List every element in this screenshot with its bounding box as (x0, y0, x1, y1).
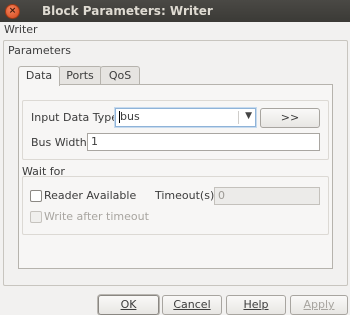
timeout-field[interactable]: 0 (214, 187, 320, 205)
block-name-label: Writer (4, 23, 38, 36)
chevron-down-icon[interactable]: ▼ (245, 111, 252, 121)
bus-width-value: 1 (91, 135, 98, 148)
input-data-type-label: Input Data Type: (31, 111, 122, 124)
bus-width-field[interactable]: 1 (87, 133, 320, 151)
wait-for-section (22, 176, 329, 235)
input-data-type-value: bus (120, 110, 140, 123)
help-button-label: Help (243, 298, 269, 311)
timeout-value: 0 (218, 189, 225, 202)
apply-button-label: Apply (303, 298, 335, 311)
cancel-button-label: Cancel (173, 298, 211, 311)
reader-available-checkbox[interactable] (30, 190, 42, 202)
reader-available-label: Reader Available (44, 189, 137, 202)
cancel-button[interactable]: Cancel (162, 295, 222, 315)
ok-button-label: OK (120, 298, 137, 311)
help-button[interactable]: Help (226, 295, 286, 315)
tab-ports[interactable]: Ports (58, 66, 102, 85)
apply-button[interactable]: Apply (290, 295, 348, 315)
window-title: Block Parameters: Writer (42, 4, 213, 18)
tab-qos[interactable]: QoS (100, 66, 140, 85)
ok-button[interactable]: OK (98, 295, 159, 315)
tab-data[interactable]: Data (18, 66, 60, 86)
write-after-timeout-label: Write after timeout (44, 210, 149, 223)
data-type-assistant-button[interactable]: >> (260, 108, 320, 128)
bus-width-label: Bus Width: (31, 136, 91, 149)
title-bar: × Block Parameters: Writer (0, 0, 350, 22)
write-after-timeout-checkbox[interactable] (30, 211, 42, 223)
input-data-type-combo[interactable]: bus ▼ (115, 108, 256, 127)
timeout-label: Timeout(s): (155, 189, 218, 202)
combo-separator (238, 111, 239, 124)
close-icon[interactable]: × (5, 4, 20, 19)
parameters-label: Parameters (8, 44, 71, 57)
